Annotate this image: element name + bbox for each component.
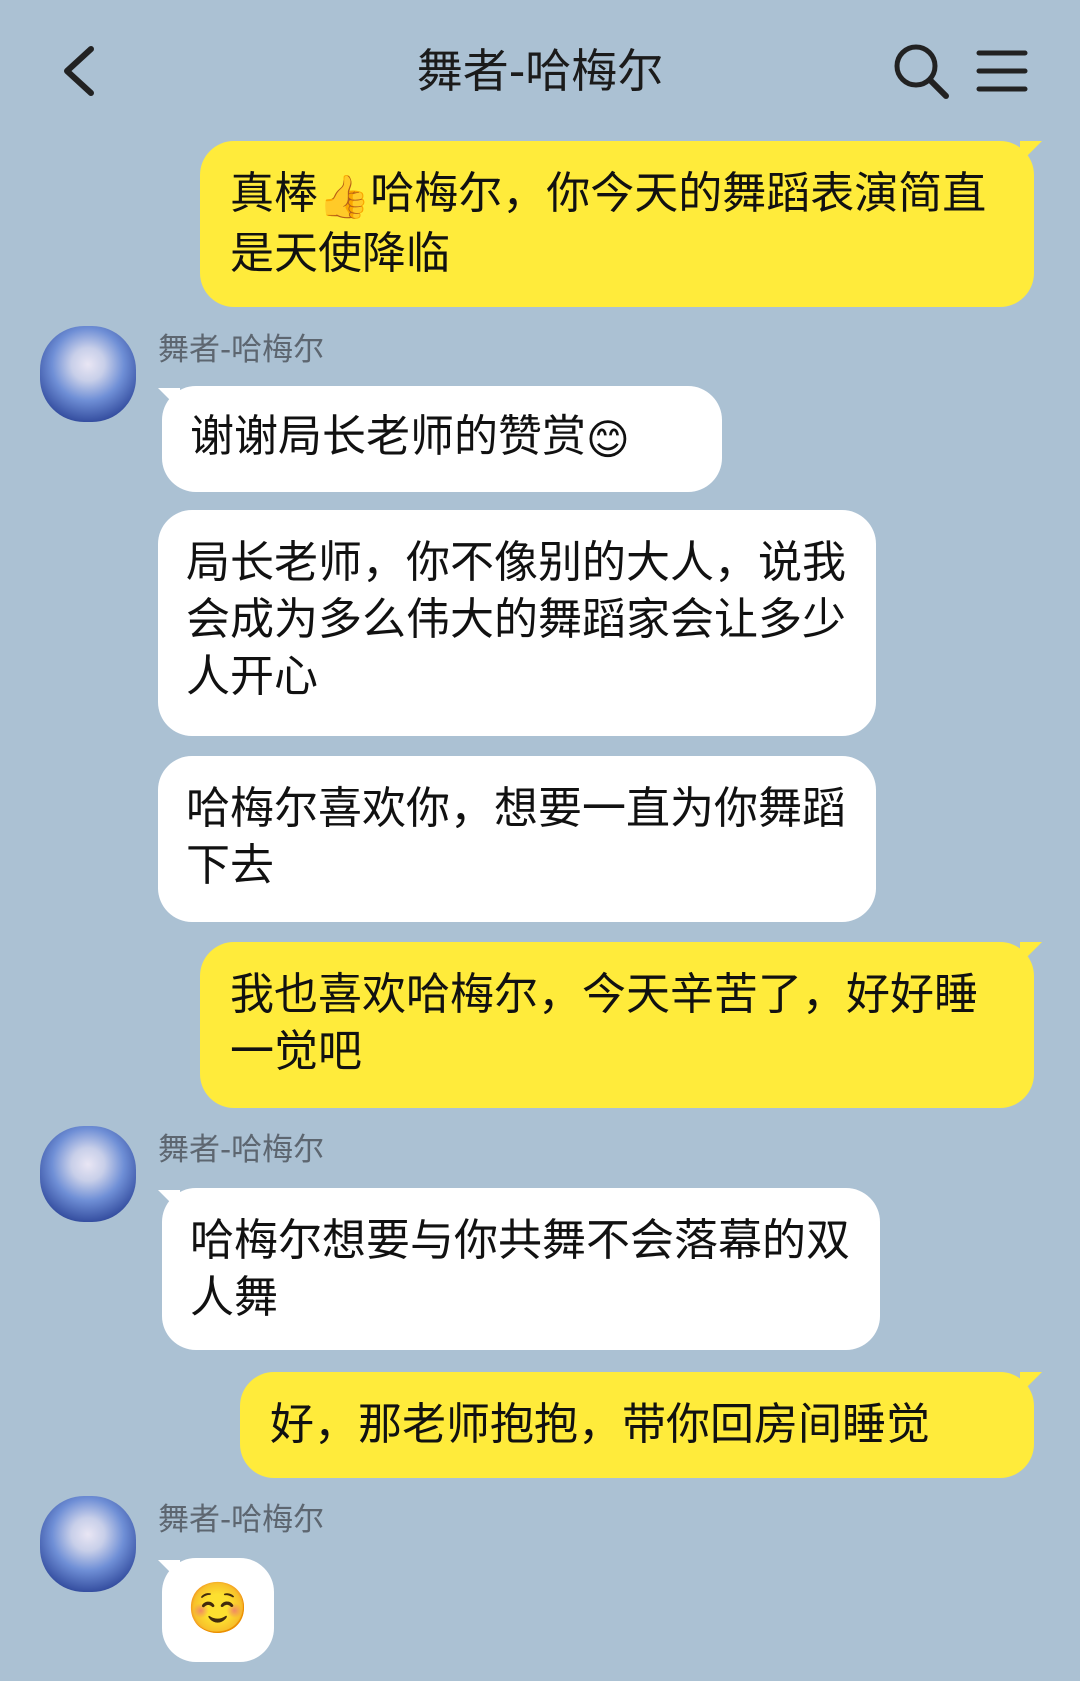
avatar[interactable] xyxy=(40,326,136,422)
message-text: 局长老师，你不像别的大人，说我会成为多么伟大的舞蹈家会让多少人开心 xyxy=(186,537,846,702)
bubble-tail xyxy=(1020,1372,1042,1394)
outgoing-message[interactable]: 我也喜欢哈梅尔，今天辛苦了，好好睡一觉吧 xyxy=(200,942,1034,1108)
back-button[interactable] xyxy=(52,38,106,104)
bubble-tail xyxy=(1020,942,1042,964)
sender-name: 舞者-哈梅尔 xyxy=(158,332,325,368)
bubble-tail xyxy=(1020,141,1042,163)
message-text: 哈梅尔喜欢你，想要一直为你舞蹈下去 xyxy=(186,783,846,891)
incoming-message[interactable]: ☺️ xyxy=(162,1558,274,1662)
menu-icon xyxy=(976,50,1028,92)
incoming-message[interactable]: 局长老师，你不像别的大人，说我会成为多么伟大的舞蹈家会让多少人开心 xyxy=(158,510,876,736)
avatar[interactable] xyxy=(40,1496,136,1592)
smiling-face-emoji: ☺️ xyxy=(186,1579,250,1637)
chevron-left-icon xyxy=(64,46,94,96)
sender-name: 舞者-哈梅尔 xyxy=(158,1132,325,1168)
incoming-message[interactable]: 哈梅尔想要与你共舞不会落幕的双人舞 xyxy=(162,1188,880,1350)
chat-header: 舞者-哈梅尔 xyxy=(0,0,1080,140)
message-text: 我也喜欢哈梅尔，今天辛苦了，好好睡一觉吧 xyxy=(230,969,978,1077)
chat-screen: 舞者-哈梅尔 真棒👍哈梅尔，你今天的舞蹈表演简直是天使降临 舞者-哈梅尔 谢谢局… xyxy=(0,0,1080,1681)
menu-button[interactable] xyxy=(972,38,1032,104)
search-icon xyxy=(894,44,949,99)
search-button[interactable] xyxy=(888,38,954,104)
thumbs-up-emoji: 👍 xyxy=(318,171,371,221)
message-text: 谢谢局长老师的赞赏 xyxy=(190,411,586,462)
outgoing-message[interactable]: 真棒👍哈梅尔，你今天的舞蹈表演简直是天使降临 xyxy=(200,141,1034,307)
message-text: 好，那老师抱抱，带你回房间睡觉 xyxy=(270,1399,930,1450)
incoming-message[interactable]: 哈梅尔喜欢你，想要一直为你舞蹈下去 xyxy=(158,756,876,922)
chat-title: 舞者-哈梅尔 xyxy=(416,44,664,98)
sender-name: 舞者-哈梅尔 xyxy=(158,1502,325,1538)
message-text: 哈梅尔想要与你共舞不会落幕的双人舞 xyxy=(190,1215,850,1323)
smiling-face-emoji: 😊 xyxy=(586,414,630,464)
message-text: 真棒 xyxy=(230,168,318,219)
outgoing-message[interactable]: 好，那老师抱抱，带你回房间睡觉 xyxy=(240,1372,1034,1478)
avatar[interactable] xyxy=(40,1126,136,1222)
incoming-message[interactable]: 谢谢局长老师的赞赏😊 xyxy=(162,386,722,492)
